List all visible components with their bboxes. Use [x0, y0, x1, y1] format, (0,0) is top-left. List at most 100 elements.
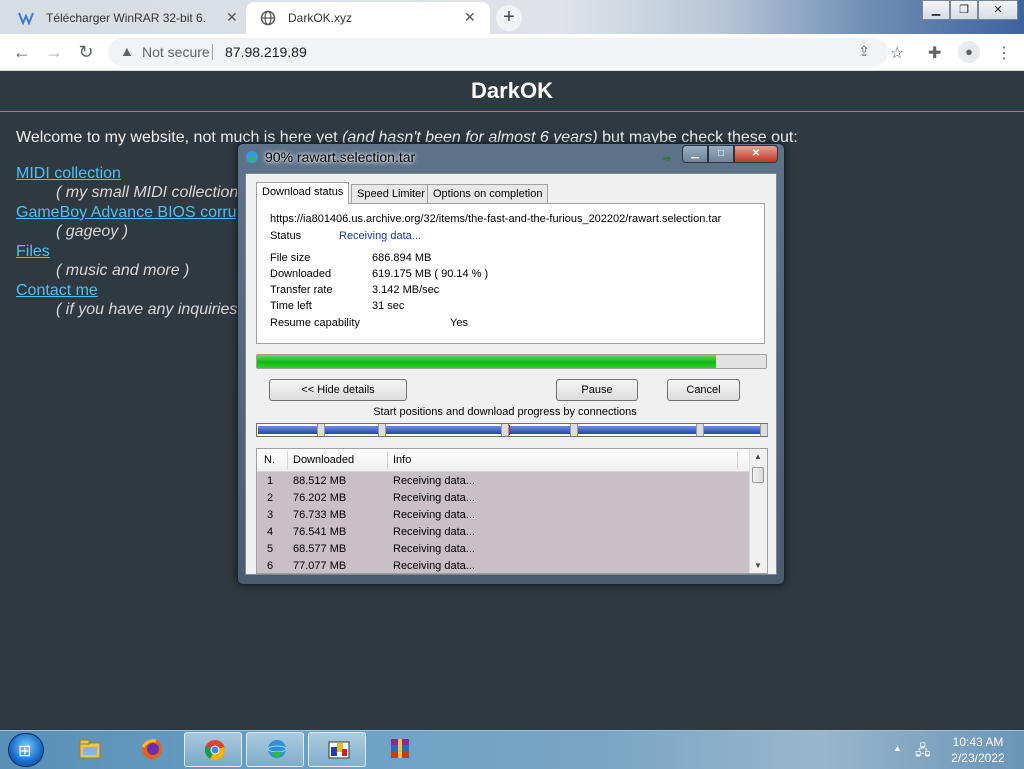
row-downloaded: 76.733 MB: [293, 509, 347, 521]
scroll-up-icon[interactable]: ▲: [754, 452, 762, 461]
table-row[interactable]: 3 76.733 MB Receiving data...: [257, 507, 749, 524]
minimize-button[interactable]: ▁: [922, 0, 950, 20]
hide-details-button[interactable]: << Hide details: [269, 379, 407, 401]
arrow-icon: ➔: [662, 153, 672, 165]
tab-darkok[interactable]: DarkOK.xyz ✕: [246, 2, 490, 34]
connection-start-marker: [501, 424, 509, 436]
clock[interactable]: 10:43 AM 2/23/2022: [943, 734, 1013, 766]
tab-download-status[interactable]: Download status: [256, 182, 350, 204]
row-downloaded: 77.077 MB: [293, 560, 347, 572]
tab-title: Télécharger WinRAR 32-bit 6.10 p: [46, 11, 206, 25]
row-number: 3: [267, 509, 274, 521]
row-downloaded: 68.577 MB: [293, 543, 347, 555]
table-row[interactable]: 2 76.202 MB Receiving data...: [257, 490, 749, 507]
taskbar-app-explorer[interactable]: [60, 732, 118, 767]
column-divider[interactable]: [737, 451, 738, 469]
link-midi-collection[interactable]: MIDI collection: [16, 165, 121, 183]
resume-capability-label: Resume capability: [270, 317, 360, 329]
table-header: N. Downloaded Info: [257, 449, 749, 472]
table-row[interactable]: 5 68.577 MB Receiving data...: [257, 541, 749, 558]
link-contact[interactable]: Contact me: [16, 282, 98, 300]
link-gba-bios[interactable]: GameBoy Advance BIOS corruption: [16, 204, 271, 222]
warning-icon[interactable]: ▲: [120, 43, 134, 59]
windows-logo-icon: ⊞: [18, 743, 32, 760]
explorer-icon: [79, 739, 101, 759]
row-downloaded: 76.541 MB: [293, 526, 347, 538]
extensions-icon[interactable]: ✚: [928, 43, 941, 63]
menu-icon[interactable]: ⋮: [996, 43, 1012, 63]
taskbar: ⊞ ▲ 🖧 10:43 AM 2/23/2022: [0, 730, 1024, 769]
time-left-value: 31 sec: [372, 300, 405, 312]
taskbar-app-winrar[interactable]: [370, 732, 428, 767]
share-icon[interactable]: ⇪: [858, 43, 870, 60]
maximize-button[interactable]: □: [708, 145, 734, 163]
link-files[interactable]: Files: [16, 243, 50, 261]
tab-speed-limiter[interactable]: Speed Limiter: [351, 184, 431, 203]
connections-table[interactable]: N. Downloaded Info 1 88.512 MB Receiving d…: [256, 448, 768, 574]
column-header-downloaded[interactable]: Downloaded: [293, 454, 354, 466]
chrome-icon: [204, 740, 225, 761]
firefox-icon: [141, 739, 162, 759]
row-number: 4: [267, 526, 274, 538]
close-icon[interactable]: ✕: [464, 9, 476, 26]
security-label[interactable]: Not secure: [142, 44, 210, 60]
column-header-number[interactable]: N.: [264, 454, 275, 466]
taskbar-app-idm[interactable]: [246, 732, 304, 767]
cancel-button[interactable]: Cancel: [667, 379, 740, 401]
restore-button[interactable]: ❐: [950, 0, 978, 20]
window-close-button[interactable]: ✕: [978, 0, 1018, 20]
site-title: DarkOK: [0, 71, 1024, 112]
column-divider[interactable]: [387, 451, 388, 469]
table-row[interactable]: 1 88.512 MB Receiving data...: [257, 473, 749, 490]
address-bar[interactable]: ▲ Not secure 87.98.219.89 ⇪: [108, 38, 888, 66]
show-hidden-icons-icon[interactable]: ▲: [893, 743, 902, 753]
downloaded-label: Downloaded: [270, 268, 332, 280]
close-icon[interactable]: ✕: [226, 9, 238, 26]
row-number: 5: [267, 543, 274, 555]
status-value: Receiving data...: [339, 230, 421, 242]
link-description: ( if you have any inquiries ): [56, 301, 248, 318]
table-row[interactable]: 4 76.541 MB Receiving data...: [257, 524, 749, 541]
scrollbar-thumb[interactable]: [752, 467, 764, 483]
start-button[interactable]: ⊞: [8, 733, 44, 767]
link-description: ( my small MIDI collection ): [56, 184, 249, 201]
network-icon[interactable]: 🖧: [915, 740, 931, 764]
column-divider[interactable]: [287, 451, 288, 469]
minimize-button[interactable]: ▁: [682, 145, 708, 163]
taskbar-app-firefox[interactable]: [122, 732, 180, 767]
row-number: 1: [267, 475, 274, 487]
dialog-body: Download status Speed Limiter Options on…: [245, 173, 777, 575]
table-row[interactable]: 6 77.077 MB Receiving data...: [257, 558, 749, 573]
new-tab-button[interactable]: +: [496, 5, 522, 31]
bookmark-star-icon[interactable]: ☆: [890, 43, 904, 63]
row-info: Receiving data...: [393, 475, 475, 487]
idm-icon: [267, 740, 287, 759]
link-description: ( music and more ): [56, 262, 190, 279]
close-button[interactable]: ✕: [734, 145, 778, 163]
taskbar-app-chrome[interactable]: [184, 732, 242, 767]
transfer-rate-label: Transfer rate: [270, 284, 333, 296]
reload-icon[interactable]: ↻: [76, 42, 96, 62]
taskbar-app-paint[interactable]: [308, 732, 366, 767]
row-info: Receiving data...: [393, 509, 475, 521]
paint-icon: [328, 741, 350, 759]
tab-options-on-completion[interactable]: Options on completion: [427, 184, 549, 203]
clock-date: 2/23/2022: [951, 751, 1005, 765]
pause-button[interactable]: Pause: [556, 379, 638, 401]
column-header-info[interactable]: Info: [393, 454, 411, 466]
connections-caption: Start positions and download progress by…: [373, 406, 637, 418]
browser-toolbar: ← → ↻ ▲ Not secure 87.98.219.89 ⇪ ☆ ✚ ● …: [0, 34, 1024, 71]
forward-icon[interactable]: →: [44, 42, 64, 62]
connection-position-tick: [509, 425, 510, 435]
downloaded-value: 619.175 MB ( 90.14 % ): [372, 268, 489, 280]
tab-winrar[interactable]: Télécharger WinRAR 32-bit 6.10 p ✕: [4, 2, 246, 34]
divider: [212, 44, 213, 60]
scroll-down-icon[interactable]: ▼: [754, 561, 762, 570]
table-scrollbar[interactable]: ▲ ▼: [749, 449, 767, 573]
download-dialog[interactable]: 90% rawart.selection.tar ➔ ▁ □ ✕ Downloa…: [237, 143, 785, 585]
back-icon[interactable]: ←: [12, 42, 32, 62]
row-downloaded: 76.202 MB: [293, 492, 347, 504]
profile-avatar-icon[interactable]: ●: [958, 41, 980, 63]
file-size-value: 686.894 MB: [372, 252, 432, 264]
url-text[interactable]: 87.98.219.89: [225, 44, 307, 60]
